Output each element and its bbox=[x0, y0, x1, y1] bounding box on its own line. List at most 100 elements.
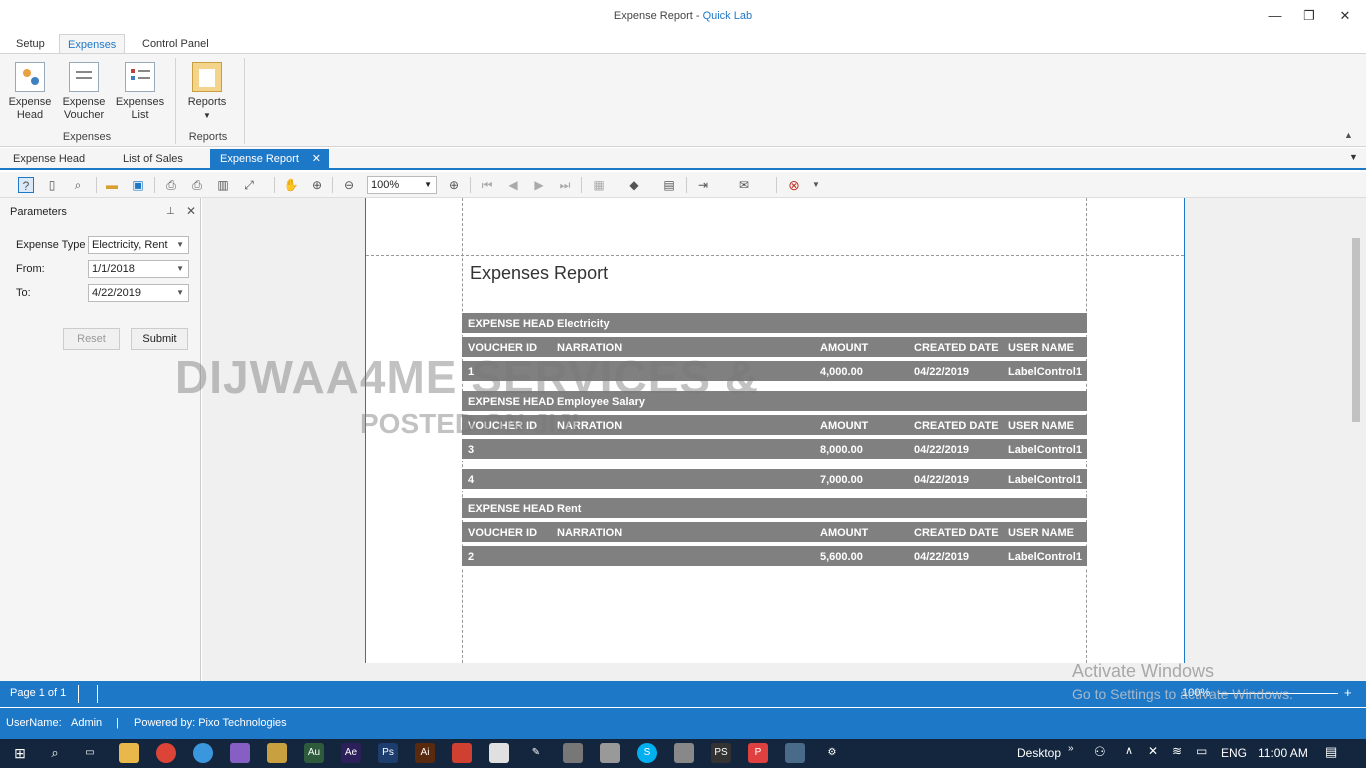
document-tabs: Expense Head List of Sales Expense Repor… bbox=[0, 148, 1366, 170]
quick-lab-icon[interactable] bbox=[785, 743, 805, 763]
app-icon[interactable]: P bbox=[748, 743, 768, 763]
close-preview-icon[interactable]: ⊗ bbox=[786, 177, 802, 193]
skype-icon[interactable]: S bbox=[637, 743, 657, 763]
search-binoculars-icon[interactable]: ⌕ bbox=[70, 177, 86, 193]
clock[interactable]: 11:00 AM bbox=[1258, 746, 1308, 760]
submit-button[interactable]: Submit bbox=[131, 328, 188, 350]
expense-type-select[interactable]: Electricity, Rent ▼ bbox=[88, 236, 189, 254]
watermark-icon[interactable]: ▤ bbox=[661, 177, 677, 193]
tab-setup[interactable]: Setup bbox=[8, 34, 53, 54]
restore-button[interactable]: ❐ bbox=[1298, 6, 1320, 26]
close-tab-icon[interactable]: ✕ bbox=[312, 149, 321, 169]
overflow-chevron-icon[interactable]: ▼ bbox=[808, 177, 824, 193]
magnifier-icon[interactable]: ⊕ bbox=[309, 177, 325, 193]
export-icon[interactable]: ⇥ bbox=[695, 177, 711, 193]
activate-windows-text: Activate Windows bbox=[1072, 661, 1215, 681]
panel-title: Parameters bbox=[10, 206, 67, 218]
app-icon[interactable]: ⚙ bbox=[822, 743, 842, 763]
desktop-toolbar[interactable]: Desktop bbox=[1017, 746, 1061, 760]
save-icon[interactable]: ▣ bbox=[130, 177, 146, 193]
phpstorm-icon[interactable]: PS bbox=[711, 743, 731, 763]
tab-control-panel[interactable]: Control Panel bbox=[134, 34, 217, 54]
zoom-select[interactable]: 100% ▼ bbox=[367, 176, 437, 194]
watermark-text: DIJWAA4ME SERVICES & bbox=[175, 351, 760, 403]
next-page-icon[interactable]: ▶ bbox=[531, 177, 547, 193]
to-date-field[interactable]: 4/22/2019 ▼ bbox=[88, 284, 189, 302]
tab-list-dropdown-icon[interactable]: ▼ bbox=[1349, 152, 1358, 162]
collapse-ribbon-icon[interactable]: ▲ bbox=[1344, 130, 1353, 140]
after-effects-icon[interactable]: Ae bbox=[341, 743, 361, 763]
notification-icon[interactable]: ▤ bbox=[1325, 744, 1337, 760]
zoom-in-icon[interactable]: ⊕ bbox=[446, 177, 462, 193]
background-color-icon[interactable]: ◆ bbox=[626, 177, 642, 193]
from-label: From: bbox=[16, 263, 45, 275]
app-icon[interactable] bbox=[489, 743, 509, 763]
visual-studio-icon[interactable] bbox=[230, 743, 250, 763]
reports-button[interactable]: Reports ▼ bbox=[181, 60, 233, 122]
database-icon[interactable] bbox=[563, 743, 583, 763]
windows-start-icon[interactable]: ⊞ bbox=[10, 743, 30, 763]
expense-voucher-button[interactable]: Expense Voucher bbox=[58, 60, 110, 122]
report-title: Expenses Report bbox=[470, 263, 609, 283]
watermark-text: POSTED ON JIJI bbox=[360, 408, 580, 439]
sql-icon[interactable] bbox=[600, 743, 620, 763]
table-row: 4 7,000.00 04/22/2019 LabelControl1 bbox=[462, 469, 1087, 491]
file-explorer-icon[interactable] bbox=[119, 743, 139, 763]
open-folder-icon[interactable]: ▬ bbox=[104, 177, 120, 193]
audition-icon[interactable]: Au bbox=[304, 743, 324, 763]
first-page-icon[interactable]: ⏮ bbox=[479, 177, 495, 193]
chevron-right-icon[interactable]: » bbox=[1068, 743, 1074, 754]
window-title: Expense Report - Quick Lab bbox=[613, 10, 753, 22]
minimize-button[interactable]: — bbox=[1264, 6, 1286, 26]
language-indicator[interactable]: ENG bbox=[1221, 746, 1247, 760]
people-icon[interactable]: ⚇ bbox=[1094, 744, 1106, 760]
document-map-icon[interactable]: ▯ bbox=[44, 177, 60, 193]
send-email-icon[interactable]: ✉ bbox=[736, 177, 752, 193]
wifi-icon[interactable]: ≋ bbox=[1172, 744, 1182, 758]
multiple-pages-icon[interactable]: ▦ bbox=[591, 177, 607, 193]
doc-tab-list-of-sales[interactable]: List of Sales bbox=[113, 149, 193, 169]
previous-page-icon[interactable]: ◀ bbox=[505, 177, 521, 193]
chevron-down-icon: ▼ bbox=[203, 111, 211, 120]
parameters-toggle-icon[interactable]: ? bbox=[18, 177, 34, 193]
hand-tool-icon[interactable]: ✋ bbox=[283, 177, 299, 193]
print-icon[interactable]: ⎙ bbox=[163, 177, 179, 193]
last-page-icon[interactable]: ⏭ bbox=[557, 177, 573, 193]
volume-muted-icon[interactable]: ✕ bbox=[1148, 744, 1158, 758]
page-setup-icon[interactable]: ▥ bbox=[215, 177, 231, 193]
photoshop-icon[interactable]: Ps bbox=[378, 743, 398, 763]
battery-icon[interactable]: ▭ bbox=[1196, 744, 1207, 758]
expense-head-button[interactable]: Expense Head bbox=[4, 60, 56, 122]
scrollbar-thumb[interactable] bbox=[1352, 238, 1360, 422]
tab-expenses[interactable]: Expenses bbox=[59, 34, 126, 54]
tools-icon[interactable]: ✎ bbox=[526, 743, 546, 763]
doc-tab-expense-report[interactable]: Expense Report ✕ bbox=[210, 149, 329, 169]
zoom-out-icon[interactable]: ⊖ bbox=[341, 177, 357, 193]
username-value: Admin bbox=[71, 717, 103, 729]
doc-tab-expense-head[interactable]: Expense Head bbox=[3, 149, 95, 169]
pin-icon[interactable]: ⊥ bbox=[166, 206, 175, 217]
scale-icon[interactable]: ⤢ bbox=[241, 177, 257, 193]
app-icon[interactable] bbox=[267, 743, 287, 763]
app-footer: UserName: Admin | Powered by: Pixo Techn… bbox=[0, 707, 1366, 739]
zoom-in-icon[interactable]: + bbox=[1344, 685, 1352, 700]
chrome-icon[interactable] bbox=[156, 743, 176, 763]
expense-head-row: EXPENSE HEAD Rent bbox=[462, 498, 1087, 520]
expenses-list-button[interactable]: Expenses List bbox=[114, 60, 166, 122]
close-button[interactable]: ✕ bbox=[1334, 6, 1356, 26]
quick-print-icon[interactable]: ⎙ bbox=[189, 177, 205, 193]
chevron-up-icon[interactable]: ∧ bbox=[1125, 744, 1133, 757]
task-view-icon[interactable]: ▭ bbox=[80, 743, 100, 763]
close-panel-icon[interactable]: ✕ bbox=[186, 204, 196, 218]
search-icon[interactable]: ⌕ bbox=[45, 743, 65, 763]
anydesk-icon[interactable] bbox=[452, 743, 472, 763]
browser-icon[interactable] bbox=[193, 743, 213, 763]
from-date-field[interactable]: 1/1/2018 ▼ bbox=[88, 260, 189, 278]
reset-button[interactable]: Reset bbox=[63, 328, 120, 350]
chevron-down-icon: ▼ bbox=[176, 240, 184, 249]
parameters-panel: Parameters ⊥ ✕ Expense Type Electricity,… bbox=[0, 198, 201, 681]
vertical-scrollbar[interactable] bbox=[1348, 198, 1364, 663]
illustrator-icon[interactable]: Ai bbox=[415, 743, 435, 763]
powered-by: Powered by: Pixo Technologies bbox=[134, 717, 287, 729]
app-icon[interactable] bbox=[674, 743, 694, 763]
